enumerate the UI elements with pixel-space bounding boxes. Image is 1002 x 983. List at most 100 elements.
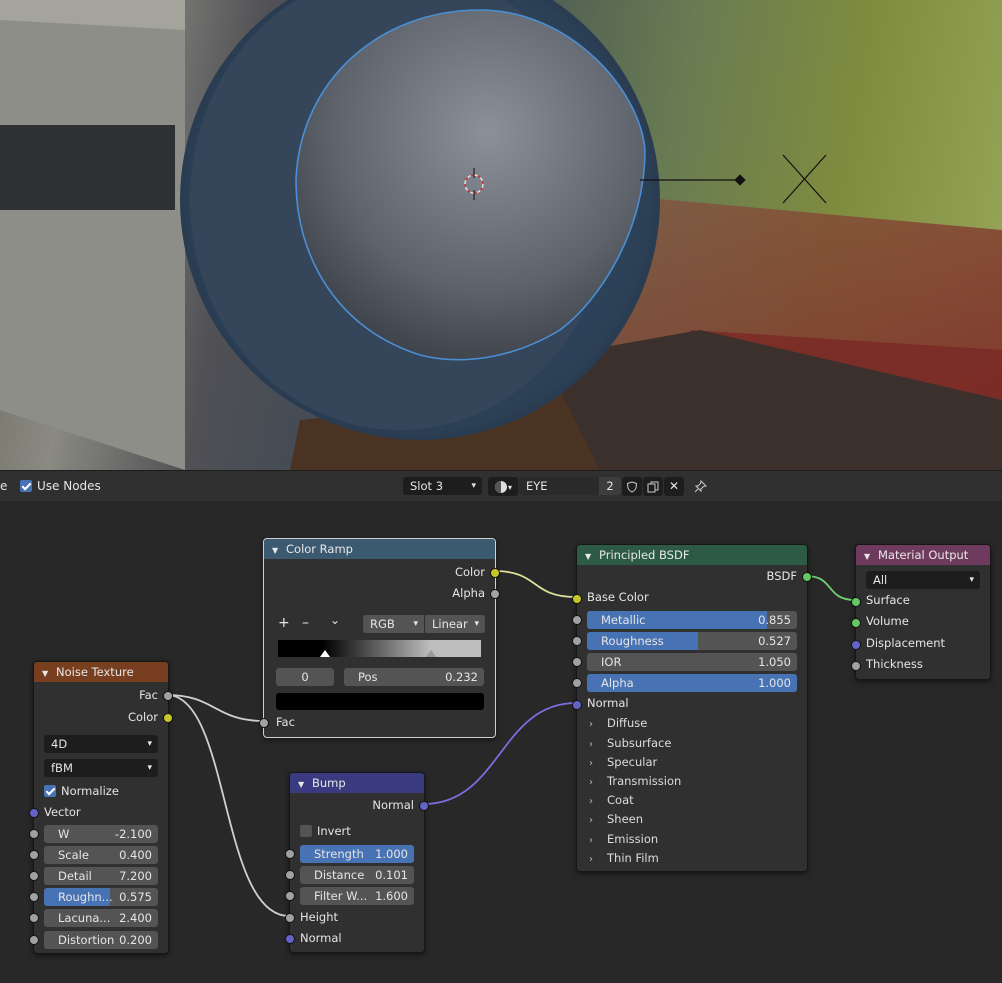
render-target-dropdown[interactable]: All ▾ xyxy=(866,571,980,589)
color-mode-dropdown[interactable]: RGB ▾ xyxy=(363,615,424,633)
distortion-field[interactable]: Distortion 0.200 xyxy=(44,931,158,949)
panel-specular[interactable]: › Specular xyxy=(583,753,657,772)
output-color-socket[interactable] xyxy=(490,568,500,578)
material-browse-button[interactable]: ▾ xyxy=(488,477,518,496)
roughness-slider[interactable]: Roughn... 0.575 xyxy=(44,888,158,906)
panel-sheen[interactable]: › Sheen xyxy=(583,810,643,829)
chevron-down-icon[interactable]: ▼ xyxy=(298,775,308,795)
strength-slider[interactable]: Strength 1.000 xyxy=(300,845,414,863)
ior-socket[interactable] xyxy=(572,657,582,667)
scale-socket[interactable] xyxy=(29,850,39,860)
detail-field[interactable]: Detail 7.200 xyxy=(44,867,158,885)
add-stop-button[interactable]: + xyxy=(278,613,290,634)
normalize-checkbox[interactable] xyxy=(44,784,56,797)
panel-emission[interactable]: › Emission xyxy=(583,830,658,849)
material-name-field[interactable]: EYE 2 xyxy=(519,477,621,495)
color-ramp-node[interactable]: ▼ Color Ramp Color Alpha + – ⌄ RGB ▾ Linea… xyxy=(259,538,500,738)
user-count-badge[interactable]: 2 xyxy=(599,477,621,495)
distance-socket[interactable] xyxy=(285,870,295,880)
filter-width-field[interactable]: Filter W... 1.600 xyxy=(300,887,414,905)
noise-texture-header[interactable]: ▼ Noise Texture xyxy=(34,662,168,682)
stop-marker[interactable] xyxy=(426,650,436,657)
use-nodes-toggle[interactable]: Use Nodes xyxy=(20,477,101,496)
color-ramp-header[interactable]: ▼ Color Ramp xyxy=(264,539,495,559)
vector-socket[interactable] xyxy=(29,808,39,818)
lacunarity-field[interactable]: Lacuna... 2.400 xyxy=(44,909,158,927)
chevron-down-icon[interactable]: ▼ xyxy=(272,541,282,561)
base-color-socket[interactable] xyxy=(572,594,582,604)
color-ramp-gradient[interactable] xyxy=(278,640,481,657)
normal-socket[interactable] xyxy=(572,700,582,710)
thickness-socket[interactable] xyxy=(851,661,861,671)
slot-dropdown[interactable]: Slot 3 ▾ xyxy=(403,477,482,495)
ior-value: 1.050 xyxy=(758,655,791,669)
alpha-socket[interactable] xyxy=(572,678,582,688)
3d-viewport[interactable] xyxy=(0,0,1002,470)
input-fac-socket[interactable] xyxy=(259,718,269,728)
bump-node[interactable]: ▼ Bump Normal Invert Strength 1.000 Distan… xyxy=(285,772,429,953)
normal-socket[interactable] xyxy=(285,934,295,944)
noise-type-dropdown[interactable]: fBM ▾ xyxy=(44,759,158,777)
surface-socket[interactable] xyxy=(851,597,861,607)
roughness-socket[interactable] xyxy=(29,892,39,902)
output-alpha-socket[interactable] xyxy=(490,589,500,599)
stop-position-field[interactable]: Pos 0.232 xyxy=(344,668,484,686)
roughness-socket[interactable] xyxy=(572,636,582,646)
chevron-down-icon[interactable]: ▼ xyxy=(585,547,595,567)
node-editor-canvas[interactable]: ▼ Color Ramp Color Alpha + – ⌄ RGB ▾ Linea… xyxy=(0,501,1002,983)
output-color-socket[interactable] xyxy=(163,713,173,723)
panel-thin-film[interactable]: › Thin Film xyxy=(583,849,659,868)
w-field[interactable]: W -2.100 xyxy=(44,825,158,843)
output-bsdf-label: BSDF xyxy=(766,569,797,583)
normalize-toggle[interactable]: Normalize xyxy=(44,781,119,802)
invert-checkbox[interactable] xyxy=(300,824,312,837)
detail-socket[interactable] xyxy=(29,871,39,881)
output-fac-socket[interactable] xyxy=(163,691,173,701)
alpha-slider[interactable]: Alpha 1.000 xyxy=(587,674,797,692)
remove-stop-button[interactable]: – xyxy=(302,613,309,634)
chevron-down-icon[interactable]: ▼ xyxy=(42,664,52,684)
material-output-node[interactable]: ▼ Material Output All ▾ Surface Volume Dis… xyxy=(851,544,991,680)
invert-toggle[interactable]: Invert xyxy=(300,821,351,842)
ramp-menu-button[interactable]: ⌄ xyxy=(330,610,340,631)
metallic-slider[interactable]: Metallic 0.855 xyxy=(587,611,797,629)
stop-marker-active[interactable] xyxy=(320,650,330,657)
roughness-slider[interactable]: Roughness 0.527 xyxy=(587,632,797,650)
stop-index-field[interactable]: 0 xyxy=(276,668,334,686)
stop-color-swatch[interactable] xyxy=(276,693,484,710)
output-normal-socket[interactable] xyxy=(419,801,429,811)
chevron-down-icon[interactable]: ▼ xyxy=(864,547,874,567)
ior-field[interactable]: IOR 1.050 xyxy=(587,653,797,671)
panel-diffuse[interactable]: › Diffuse xyxy=(583,714,647,733)
fake-user-button[interactable] xyxy=(622,477,642,496)
strength-socket[interactable] xyxy=(285,849,295,859)
w-socket[interactable] xyxy=(29,829,39,839)
height-socket[interactable] xyxy=(285,913,295,923)
unlink-material-button[interactable]: ✕ xyxy=(664,477,684,496)
material-output-header[interactable]: ▼ Material Output xyxy=(856,545,990,565)
distance-field[interactable]: Distance 0.101 xyxy=(300,866,414,884)
scale-field[interactable]: Scale 0.400 xyxy=(44,846,158,864)
filter-width-socket[interactable] xyxy=(285,891,295,901)
principled-bsdf-node[interactable]: ▼ Principled BSDF BSDF Base Color Metalli… xyxy=(572,544,812,872)
panel-transmission[interactable]: › Transmission xyxy=(583,772,681,791)
pin-button[interactable] xyxy=(690,477,710,496)
displacement-socket[interactable] xyxy=(851,640,861,650)
interpolation-dropdown[interactable]: Linear ▾ xyxy=(425,615,485,633)
output-bsdf-socket[interactable] xyxy=(802,572,812,582)
shield-icon xyxy=(626,480,638,493)
distortion-socket[interactable] xyxy=(29,935,39,945)
volume-socket[interactable] xyxy=(851,618,861,628)
duplicate-material-button[interactable] xyxy=(643,477,663,496)
panel-coat[interactable]: › Coat xyxy=(583,791,634,810)
dimensions-dropdown[interactable]: 4D ▾ xyxy=(44,735,158,753)
principled-bsdf-header[interactable]: ▼ Principled BSDF xyxy=(577,545,807,565)
bump-header[interactable]: ▼ Bump xyxy=(290,773,424,793)
noise-texture-node[interactable]: ▼ Noise Texture Fac Color 4D ▾ fBM ▾ Normal… xyxy=(29,661,173,954)
use-nodes-checkbox[interactable] xyxy=(20,479,32,492)
metallic-socket[interactable] xyxy=(572,615,582,625)
pin-icon xyxy=(694,479,707,493)
panel-subsurface[interactable]: › Subsurface xyxy=(583,734,671,753)
chevron-right-icon: › xyxy=(589,719,593,730)
lacunarity-socket[interactable] xyxy=(29,913,39,923)
